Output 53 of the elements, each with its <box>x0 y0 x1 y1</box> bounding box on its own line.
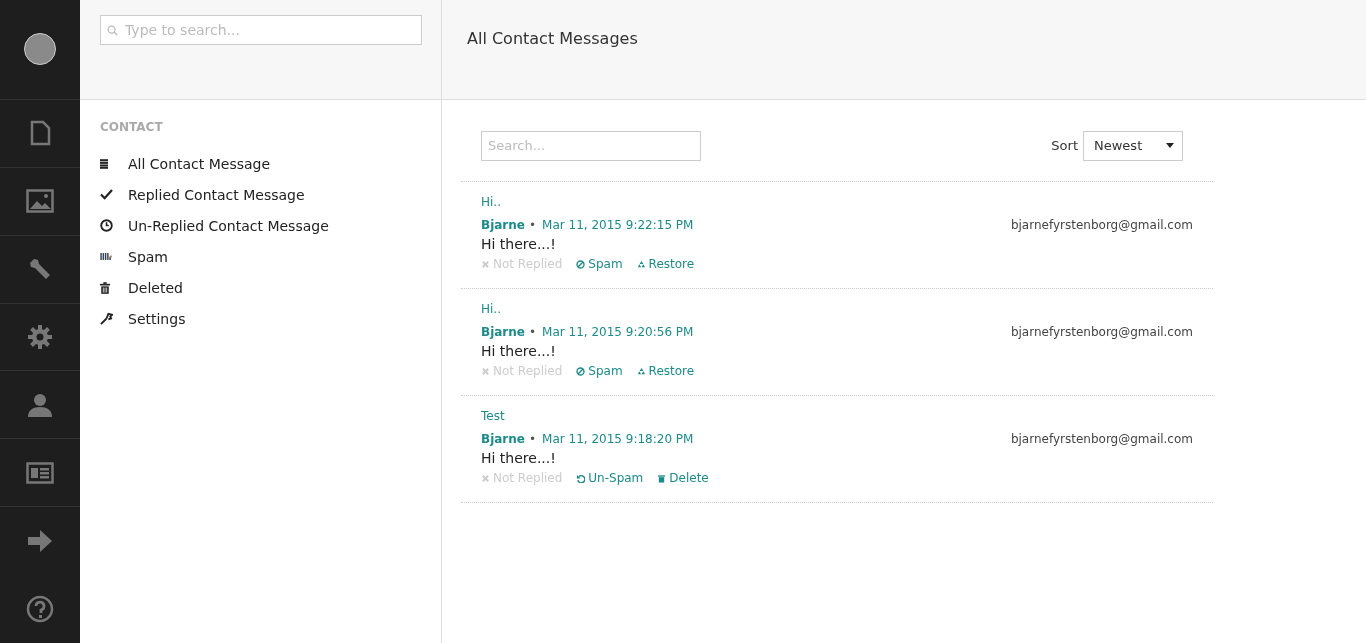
menu-item[interactable]: Un-Replied Contact Message <box>128 217 329 234</box>
action-link[interactable]: Delete <box>657 471 709 485</box>
action-link[interactable]: Restore <box>636 257 695 271</box>
search-field[interactable]: Search... <box>481 130 701 161</box>
menu-item[interactable]: Replied Contact Message <box>128 186 305 203</box>
page-title: All Contact Messages <box>467 29 639 48</box>
menu-item[interactable]: Spam <box>128 248 168 265</box>
message-date: Mar 11, 2015 9:20:56 PM <box>542 325 694 339</box>
close-icon <box>481 259 490 269</box>
message-date: Mar 11, 2015 9:22:15 PM <box>542 218 694 232</box>
menu-item[interactable]: Settings <box>128 310 186 327</box>
list-icon <box>100 158 108 169</box>
trash-icon <box>657 473 667 483</box>
sender-email: bjarnefyrstenborg@gmail.com <box>1010 325 1193 339</box>
search-field[interactable]: Type to search... <box>100 15 422 45</box>
undo-icon <box>576 473 586 483</box>
author-name[interactable]: Bjarne <box>481 325 525 339</box>
recycle-icon <box>636 259 646 269</box>
ban-icon <box>576 259 586 269</box>
action-link[interactable]: Un-Spam <box>576 471 644 485</box>
ban-icon <box>576 366 586 376</box>
action-link[interactable]: Restore <box>636 364 695 378</box>
bullet-separator: • <box>528 218 537 232</box>
author-name[interactable]: Bjarne <box>481 218 525 232</box>
message-body: Hi there...! <box>481 236 557 254</box>
action-link[interactable]: Spam <box>576 257 623 271</box>
avatar[interactable] <box>24 33 56 66</box>
close-icon <box>481 473 490 483</box>
bars-icon <box>100 252 113 261</box>
sender-email: bjarnefyrstenborg@gmail.com <box>1010 432 1193 446</box>
sender-email: bjarnefyrstenborg@gmail.com <box>1010 218 1193 232</box>
sort-label: Sort <box>1051 138 1078 153</box>
message-subject[interactable]: Test <box>481 409 1193 428</box>
menu-item[interactable]: Deleted <box>128 279 183 296</box>
bullet-separator: • <box>528 432 537 446</box>
checkmark-icon <box>100 189 113 200</box>
clock-icon <box>100 219 113 232</box>
message-subject[interactable]: Hi.. <box>481 195 1193 214</box>
message-subject[interactable]: Hi.. <box>481 302 1193 321</box>
menu-item[interactable]: All Contact Message <box>128 155 271 172</box>
wrench-icon <box>100 312 113 325</box>
trash-icon <box>100 281 110 294</box>
message-body: Hi there...! <box>481 450 557 468</box>
recycle-icon <box>636 366 646 376</box>
bullet-separator: • <box>528 325 537 339</box>
author-name[interactable]: Bjarne <box>481 432 525 446</box>
sort-dropdown[interactable]: Newest <box>1083 130 1183 161</box>
close-icon <box>481 366 490 376</box>
caret-icon <box>1166 143 1174 148</box>
message-date: Mar 11, 2015 9:18:20 PM <box>542 432 694 446</box>
message-body: Hi there...! <box>481 343 557 361</box>
action-link[interactable]: Spam <box>576 364 623 378</box>
section-heading: CONTACT <box>100 120 164 134</box>
